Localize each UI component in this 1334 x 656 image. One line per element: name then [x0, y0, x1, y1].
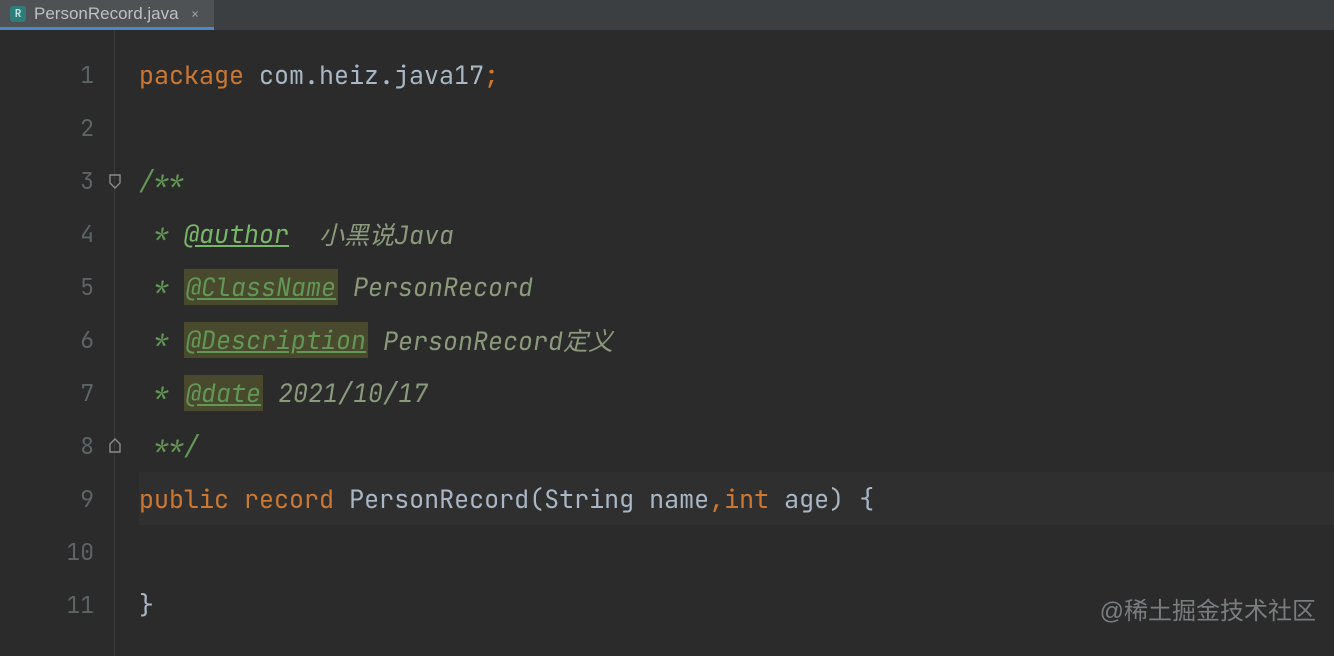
- javadoc-tag: @author: [184, 217, 289, 251]
- keyword-token: record: [244, 482, 334, 516]
- line-number: 1: [80, 60, 94, 90]
- javadoc-prefix: *: [139, 217, 184, 251]
- javadoc-prefix: *: [139, 270, 184, 304]
- keyword-token: package: [139, 58, 244, 92]
- line-number: 11: [66, 590, 94, 620]
- javadoc-tag: @ClassName: [184, 269, 338, 305]
- brace-token: }: [139, 588, 154, 622]
- record-file-icon: R: [10, 6, 26, 22]
- javadoc-desc: 小黑说Java: [289, 216, 454, 252]
- line-number: 6: [80, 325, 94, 355]
- javadoc-close: **/: [139, 429, 199, 463]
- javadoc-open: /**: [139, 164, 184, 198]
- code-line: **/: [139, 419, 1334, 472]
- code-line: * @ClassName PersonRecord: [139, 260, 1334, 313]
- line-number: 10: [66, 537, 94, 567]
- paren-token: (: [529, 482, 544, 516]
- code-line: package com.heiz.java17;: [139, 48, 1334, 101]
- code-line: * @author 小黑说Java: [139, 207, 1334, 260]
- tab-filename: PersonRecord.java: [34, 4, 179, 24]
- identifier-token: age: [769, 482, 829, 516]
- javadoc-desc: PersonRecord: [338, 270, 533, 304]
- code-line: [139, 101, 1334, 154]
- type-token: String: [544, 482, 634, 516]
- paren-token: ): [829, 482, 844, 516]
- line-number: 4: [80, 219, 94, 249]
- fold-collapse-icon[interactable]: [108, 173, 122, 189]
- package-token: com.heiz.java17: [244, 58, 484, 92]
- line-number: 3: [80, 166, 94, 196]
- code-line: /**: [139, 154, 1334, 207]
- code-line: public record PersonRecord(String name,i…: [139, 472, 1334, 525]
- watermark: @稀土掘金技术社区: [1100, 591, 1316, 626]
- type-token: int: [724, 482, 769, 516]
- code-line: * @Description PersonRecord定义: [139, 313, 1334, 366]
- javadoc-prefix: *: [139, 323, 184, 357]
- javadoc-desc: PersonRecord定义: [368, 322, 613, 358]
- line-number: 9: [80, 484, 94, 514]
- editor-tab[interactable]: R PersonRecord.java ×: [0, 0, 214, 30]
- keyword-token: public: [139, 482, 229, 516]
- line-number: 7: [80, 378, 94, 408]
- code-line: * @date 2021/10/17: [139, 366, 1334, 419]
- editor-area: 1 2 3 4 5 6 7 8 9 10 11 package com.heiz…: [0, 30, 1334, 656]
- line-number: 2: [80, 113, 94, 143]
- gutter: 1 2 3 4 5 6 7 8 9 10 11: [0, 30, 115, 656]
- class-name-token: PersonRecord: [349, 482, 529, 516]
- brace-token: {: [844, 482, 874, 516]
- javadoc-tag: @date: [184, 375, 263, 411]
- code-area[interactable]: package com.heiz.java17; /** * @author 小…: [115, 30, 1334, 656]
- line-number: 8: [80, 431, 94, 461]
- code-line: [139, 525, 1334, 578]
- fold-expand-icon[interactable]: [108, 438, 122, 454]
- tab-bar: R PersonRecord.java ×: [0, 0, 1334, 30]
- javadoc-desc: 2021/10/17: [263, 376, 428, 410]
- javadoc-prefix: *: [139, 376, 184, 410]
- semicolon-token: ;: [484, 58, 499, 92]
- line-number: 5: [80, 272, 94, 302]
- javadoc-tag: @Description: [184, 322, 368, 358]
- comma-token: ,: [709, 482, 724, 516]
- close-icon[interactable]: ×: [191, 4, 200, 24]
- identifier-token: name: [634, 482, 709, 516]
